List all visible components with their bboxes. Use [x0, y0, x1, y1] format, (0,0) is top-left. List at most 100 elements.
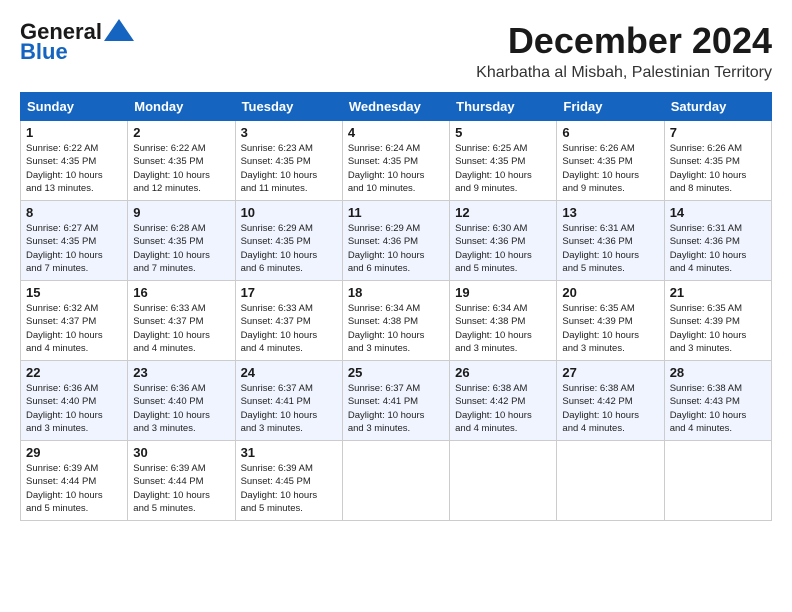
- calendar-cell: 25 Sunrise: 6:37 AM Sunset: 4:41 PM Dayli…: [342, 361, 449, 441]
- day-info: Sunrise: 6:27 AM Sunset: 4:35 PM Dayligh…: [26, 222, 122, 275]
- day-number: 20: [562, 285, 658, 300]
- day-number: 2: [133, 125, 229, 140]
- day-info: Sunrise: 6:33 AM Sunset: 4:37 PM Dayligh…: [133, 302, 229, 355]
- calendar-cell: 24 Sunrise: 6:37 AM Sunset: 4:41 PM Dayli…: [235, 361, 342, 441]
- calendar-cell: 20 Sunrise: 6:35 AM Sunset: 4:39 PM Dayli…: [557, 281, 664, 361]
- calendar-cell: 7 Sunrise: 6:26 AM Sunset: 4:35 PM Daylig…: [664, 121, 771, 201]
- calendar-cell: 21 Sunrise: 6:35 AM Sunset: 4:39 PM Dayli…: [664, 281, 771, 361]
- calendar-cell: 31 Sunrise: 6:39 AM Sunset: 4:45 PM Dayli…: [235, 441, 342, 521]
- calendar-cell: 10Sunrise: 6:29 AM Sunset: 4:35 PM Dayli…: [235, 201, 342, 281]
- day-number: 21: [670, 285, 766, 300]
- calendar-cell: 3 Sunrise: 6:23 AM Sunset: 4:35 PM Daylig…: [235, 121, 342, 201]
- day-info: Sunrise: 6:39 AM Sunset: 4:44 PM Dayligh…: [133, 462, 229, 515]
- day-number: 3: [241, 125, 337, 140]
- calendar-cell: 8 Sunrise: 6:27 AM Sunset: 4:35 PM Daylig…: [21, 201, 128, 281]
- calendar-cell: 12 Sunrise: 6:30 AM Sunset: 4:36 PM Dayli…: [450, 201, 557, 281]
- header-tuesday: Tuesday: [235, 93, 342, 121]
- day-number: 23: [133, 365, 229, 380]
- day-info: Sunrise: 6:22 AM Sunset: 4:35 PM Dayligh…: [26, 142, 122, 195]
- day-info: Sunrise: 6:29 AM Sunset: 4:36 PM Dayligh…: [348, 222, 444, 275]
- calendar-cell: 18 Sunrise: 6:34 AM Sunset: 4:38 PM Dayli…: [342, 281, 449, 361]
- day-number: 29: [26, 445, 122, 460]
- day-number: 7: [670, 125, 766, 140]
- day-info: Sunrise: 6:34 AM Sunset: 4:38 PM Dayligh…: [348, 302, 444, 355]
- calendar-cell: [450, 441, 557, 521]
- calendar-week-1: 1 Sunrise: 6:22 AM Sunset: 4:35 PM Daylig…: [21, 121, 772, 201]
- calendar-cell: 16Sunrise: 6:33 AM Sunset: 4:37 PM Dayli…: [128, 281, 235, 361]
- day-info: Sunrise: 6:32 AM Sunset: 4:37 PM Dayligh…: [26, 302, 122, 355]
- day-number: 24: [241, 365, 337, 380]
- day-info: Sunrise: 6:35 AM Sunset: 4:39 PM Dayligh…: [562, 302, 658, 355]
- calendar-cell: 28 Sunrise: 6:38 AM Sunset: 4:43 PM Dayli…: [664, 361, 771, 441]
- calendar-cell: 4 Sunrise: 6:24 AM Sunset: 4:35 PM Daylig…: [342, 121, 449, 201]
- day-number: 8: [26, 205, 122, 220]
- day-info: Sunrise: 6:38 AM Sunset: 4:42 PM Dayligh…: [455, 382, 551, 435]
- day-number: 6: [562, 125, 658, 140]
- day-number: 17: [241, 285, 337, 300]
- day-number: 4: [348, 125, 444, 140]
- day-number: 14: [670, 205, 766, 220]
- calendar-cell: [664, 441, 771, 521]
- day-number: 1: [26, 125, 122, 140]
- calendar: SundayMondayTuesdayWednesdayThursdayFrid…: [20, 92, 772, 521]
- calendar-cell: 11 Sunrise: 6:29 AM Sunset: 4:36 PM Dayli…: [342, 201, 449, 281]
- day-info: Sunrise: 6:31 AM Sunset: 4:36 PM Dayligh…: [562, 222, 658, 275]
- day-number: 18: [348, 285, 444, 300]
- calendar-cell: 29 Sunrise: 6:39 AM Sunset: 4:44 PM Dayli…: [21, 441, 128, 521]
- day-info: Sunrise: 6:28 AM Sunset: 4:35 PM Dayligh…: [133, 222, 229, 275]
- day-info: Sunrise: 6:25 AM Sunset: 4:35 PM Dayligh…: [455, 142, 551, 195]
- day-info: Sunrise: 6:37 AM Sunset: 4:41 PM Dayligh…: [241, 382, 337, 435]
- calendar-cell: 13Sunrise: 6:31 AM Sunset: 4:36 PM Dayli…: [557, 201, 664, 281]
- calendar-cell: 6 Sunrise: 6:26 AM Sunset: 4:35 PM Daylig…: [557, 121, 664, 201]
- day-number: 26: [455, 365, 551, 380]
- calendar-cell: 14 Sunrise: 6:31 AM Sunset: 4:36 PM Dayli…: [664, 201, 771, 281]
- day-number: 28: [670, 365, 766, 380]
- day-number: 30: [133, 445, 229, 460]
- day-info: Sunrise: 6:37 AM Sunset: 4:41 PM Dayligh…: [348, 382, 444, 435]
- day-info: Sunrise: 6:36 AM Sunset: 4:40 PM Dayligh…: [26, 382, 122, 435]
- calendar-cell: 9 Sunrise: 6:28 AM Sunset: 4:35 PM Daylig…: [128, 201, 235, 281]
- calendar-header-row: SundayMondayTuesdayWednesdayThursdayFrid…: [21, 93, 772, 121]
- day-number: 15: [26, 285, 122, 300]
- header-sunday: Sunday: [21, 93, 128, 121]
- logo: General Blue: [20, 20, 134, 64]
- day-number: 22: [26, 365, 122, 380]
- day-info: Sunrise: 6:22 AM Sunset: 4:35 PM Dayligh…: [133, 142, 229, 195]
- logo-blue: Blue: [20, 40, 68, 64]
- day-info: Sunrise: 6:23 AM Sunset: 4:35 PM Dayligh…: [241, 142, 337, 195]
- day-info: Sunrise: 6:33 AM Sunset: 4:37 PM Dayligh…: [241, 302, 337, 355]
- location-title: Kharbatha al Misbah, Palestinian Territo…: [476, 64, 772, 82]
- calendar-cell: 17 Sunrise: 6:33 AM Sunset: 4:37 PM Dayli…: [235, 281, 342, 361]
- calendar-cell: 2 Sunrise: 6:22 AM Sunset: 4:35 PM Daylig…: [128, 121, 235, 201]
- day-info: Sunrise: 6:39 AM Sunset: 4:44 PM Dayligh…: [26, 462, 122, 515]
- header: General Blue December 2024 Kharbatha al …: [20, 20, 772, 82]
- calendar-week-2: 8 Sunrise: 6:27 AM Sunset: 4:35 PM Daylig…: [21, 201, 772, 281]
- header-wednesday: Wednesday: [342, 93, 449, 121]
- day-info: Sunrise: 6:24 AM Sunset: 4:35 PM Dayligh…: [348, 142, 444, 195]
- day-info: Sunrise: 6:26 AM Sunset: 4:35 PM Dayligh…: [670, 142, 766, 195]
- day-info: Sunrise: 6:35 AM Sunset: 4:39 PM Dayligh…: [670, 302, 766, 355]
- day-number: 5: [455, 125, 551, 140]
- day-number: 31: [241, 445, 337, 460]
- day-info: Sunrise: 6:31 AM Sunset: 4:36 PM Dayligh…: [670, 222, 766, 275]
- day-info: Sunrise: 6:38 AM Sunset: 4:42 PM Dayligh…: [562, 382, 658, 435]
- day-number: 9: [133, 205, 229, 220]
- title-area: December 2024 Kharbatha al Misbah, Pales…: [476, 20, 772, 82]
- day-number: 11: [348, 205, 444, 220]
- calendar-week-5: 29 Sunrise: 6:39 AM Sunset: 4:44 PM Dayli…: [21, 441, 772, 521]
- header-friday: Friday: [557, 93, 664, 121]
- calendar-cell: 1 Sunrise: 6:22 AM Sunset: 4:35 PM Daylig…: [21, 121, 128, 201]
- calendar-week-4: 22 Sunrise: 6:36 AM Sunset: 4:40 PM Dayli…: [21, 361, 772, 441]
- day-info: Sunrise: 6:38 AM Sunset: 4:43 PM Dayligh…: [670, 382, 766, 435]
- day-number: 25: [348, 365, 444, 380]
- day-info: Sunrise: 6:34 AM Sunset: 4:38 PM Dayligh…: [455, 302, 551, 355]
- day-number: 10: [241, 205, 337, 220]
- calendar-week-3: 15 Sunrise: 6:32 AM Sunset: 4:37 PM Dayli…: [21, 281, 772, 361]
- day-number: 12: [455, 205, 551, 220]
- day-info: Sunrise: 6:39 AM Sunset: 4:45 PM Dayligh…: [241, 462, 337, 515]
- day-number: 19: [455, 285, 551, 300]
- day-info: Sunrise: 6:26 AM Sunset: 4:35 PM Dayligh…: [562, 142, 658, 195]
- calendar-cell: 23Sunrise: 6:36 AM Sunset: 4:40 PM Dayli…: [128, 361, 235, 441]
- calendar-cell: 26 Sunrise: 6:38 AM Sunset: 4:42 PM Dayli…: [450, 361, 557, 441]
- day-info: Sunrise: 6:30 AM Sunset: 4:36 PM Dayligh…: [455, 222, 551, 275]
